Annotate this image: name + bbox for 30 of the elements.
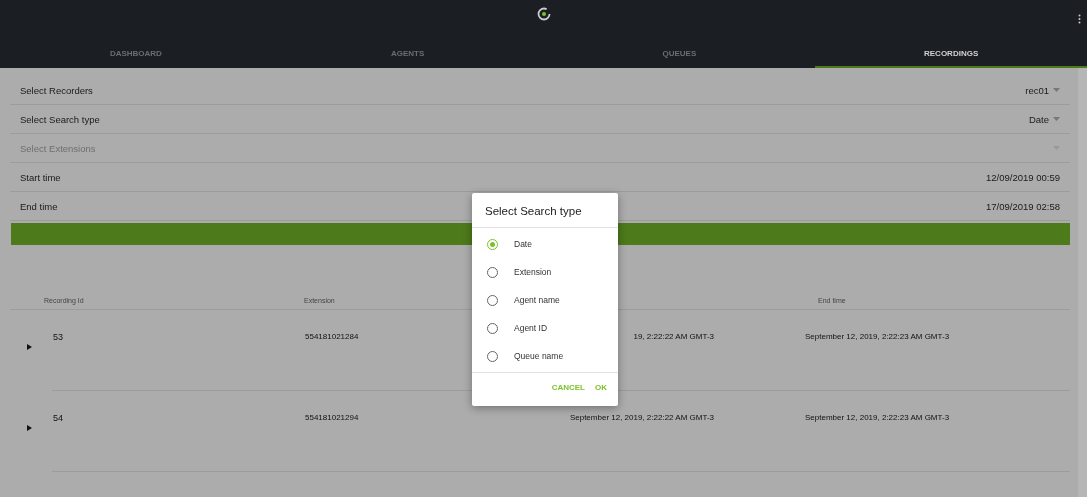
- table-cell: 54: [53, 413, 63, 423]
- option-label[interactable]: Agent name: [514, 295, 560, 305]
- more-menu-icon[interactable]: [1078, 14, 1081, 24]
- table-cell: 554181021294: [305, 413, 359, 422]
- dialog-title: Select Search type: [472, 193, 618, 228]
- field-label: End time: [20, 200, 58, 212]
- date-value[interactable]: 17/09/2019 02:58: [986, 200, 1060, 212]
- caret-icon: [1053, 88, 1060, 92]
- table-cell: 19, 2:22:22 AM GMT-3: [633, 332, 714, 341]
- table-cell: September 12, 2019, 2:22:23 AM GMT-3: [805, 413, 950, 422]
- option-label[interactable]: Date: [514, 239, 532, 249]
- table-cell: September 12, 2019, 2:22:22 AM GMT-3: [569, 413, 714, 422]
- nav-tab[interactable]: RECORDINGS: [815, 40, 1087, 68]
- logo-icon: [536, 7, 551, 21]
- select-dropdown[interactable]: Date: [1028, 113, 1060, 125]
- option-label[interactable]: Agent ID: [514, 323, 548, 333]
- expand-arrow-icon[interactable]: [27, 344, 32, 350]
- field-label: Select Recorders: [20, 84, 93, 96]
- field-label: Start time: [20, 171, 61, 183]
- table-cell: 53: [53, 332, 63, 342]
- scrollbar[interactable]: [1078, 68, 1087, 497]
- option-label[interactable]: Extension: [514, 267, 552, 277]
- expand-arrow-icon[interactable]: [27, 425, 32, 431]
- option-label[interactable]: Queue name: [514, 351, 564, 361]
- select-dropdown[interactable]: rec01: [1025, 84, 1060, 96]
- field-label: Select Search type: [20, 113, 100, 125]
- table-cell: 554181021284: [305, 332, 359, 341]
- date-value[interactable]: 12/09/2019 00:59: [986, 171, 1060, 183]
- caret-icon: [1053, 117, 1060, 121]
- table-cell: September 12, 2019, 2:22:23 AM GMT-3: [805, 332, 950, 341]
